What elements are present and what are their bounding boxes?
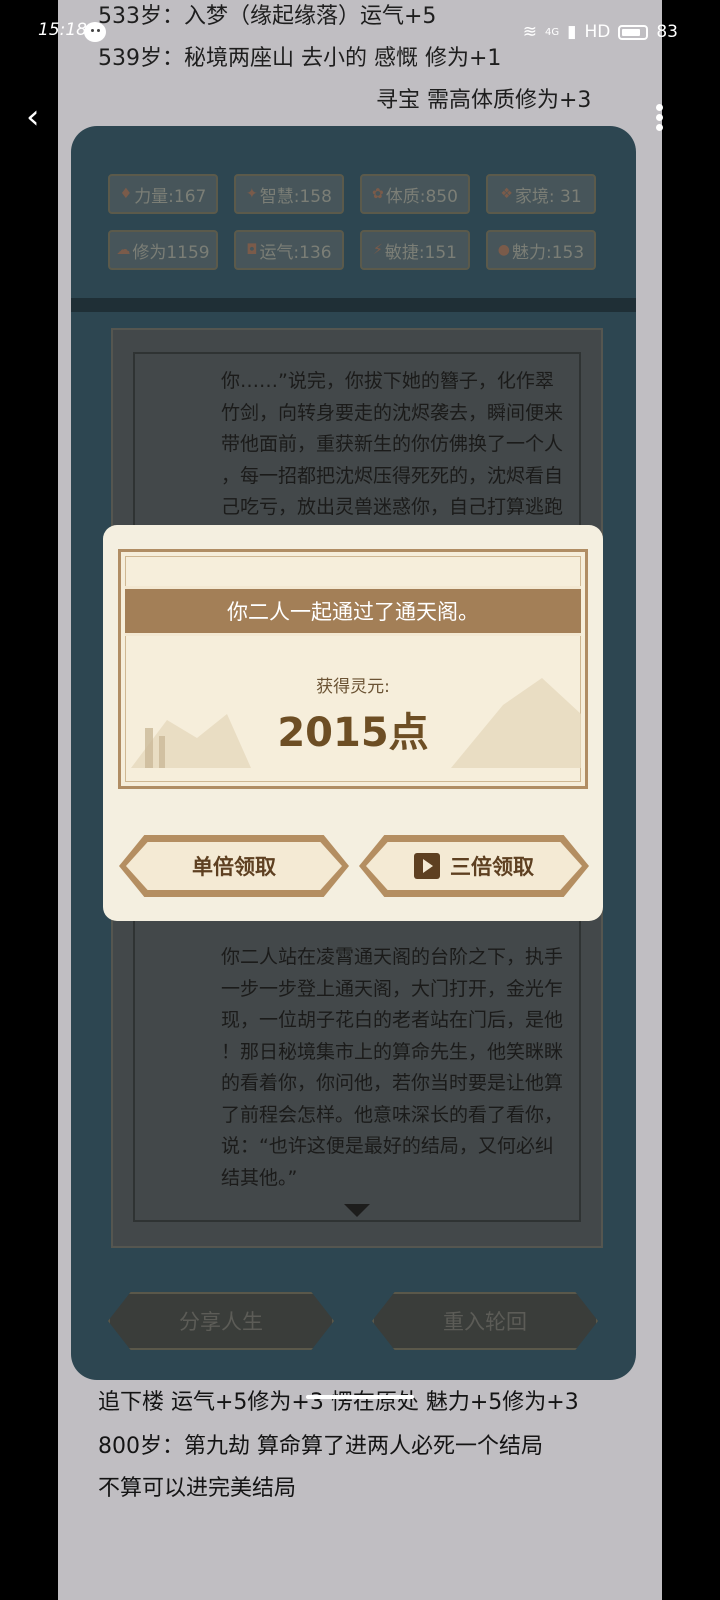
- rebirth-button[interactable]: 重入轮回: [372, 1292, 598, 1350]
- note-line: 800岁：第九劫 算命算了进两人必死一个结局: [98, 1434, 543, 1459]
- back-icon[interactable]: ‹: [26, 100, 56, 134]
- stat-label: 魅力:153: [512, 242, 585, 263]
- status-time: 15:18: [38, 20, 87, 40]
- stat-wisdom: ✦ 智慧:158: [234, 174, 344, 214]
- home-indicator[interactable]: [306, 1395, 414, 1399]
- triple-claim-label: 三倍领取: [450, 855, 534, 879]
- stat-family: ❖ 家境: 31: [486, 174, 596, 214]
- stat-label: 修为1159: [132, 242, 210, 263]
- agility-icon: ⚡: [372, 242, 383, 258]
- single-claim-button[interactable]: 单倍领取: [119, 835, 349, 897]
- charm-icon: ●: [497, 242, 511, 258]
- note-line: 539岁：秘境两座山 去小的 感慨 修为+1: [98, 46, 502, 71]
- reward-frame: 你二人一起通过了通天阁。 获得灵元: 2015点: [118, 549, 588, 789]
- story-line: 现，一位胡子花白的老者站在门后，是他: [221, 1009, 564, 1031]
- reward-dialog: 你二人一起通过了通天阁。 获得灵元: 2015点 单倍领取 三倍领取: [103, 525, 603, 921]
- story-line: 己吃亏，放出灵兽迷惑你，自己打算逃跑: [221, 496, 564, 518]
- stat-label: 家境: 31: [514, 186, 582, 207]
- single-claim-label: 单倍领取: [192, 855, 276, 879]
- note-line: 追下楼 运气+5修为+3 愣在原处 魅力+5修为+3: [98, 1390, 579, 1415]
- stat-constitution: ✿ 体质:850: [360, 174, 470, 214]
- stat-strength: ♦ 力量:167: [108, 174, 218, 214]
- story-line: 竹剑，向转身要走的沈烬袭去，瞬间便来: [221, 401, 564, 424]
- battery-icon: [618, 24, 649, 40]
- hd-label: HD: [584, 22, 611, 42]
- reward-value: 2015点: [277, 710, 429, 756]
- story-line: ，每一招都把沈烬压得死死的，沈烬看自: [221, 464, 564, 487]
- cultivation-icon: ☁: [116, 242, 131, 258]
- reward-label: 获得灵元:: [316, 677, 390, 697]
- story-line: 你……”说完，你拔下她的簪子，化作翠: [221, 370, 554, 392]
- dialog-title: 你二人一起通过了通天阁。: [125, 586, 581, 636]
- story-line: 带他面前，重获新生的你仿佛换了一个人: [221, 433, 564, 455]
- single-claim-inner[interactable]: 单倍领取: [126, 842, 342, 890]
- stat-agility: ⚡ 敏捷:151: [360, 230, 470, 270]
- stat-label: 体质:850: [385, 186, 458, 207]
- story-line: 说：“也许这便是最好的结局，又何必纠: [221, 1135, 554, 1157]
- status-right: ≋ 4G ▮ HD 83: [523, 22, 678, 42]
- stat-luck: ◘ 运气:136: [234, 230, 344, 270]
- story-line: 了前程会怎样。他意味深长的看了看你，: [221, 1103, 564, 1126]
- story-text-bottom: 你二人站在凌霄通天阁的台阶之下，执手 一步一步登上通天阁，大门打开，金光乍 现，…: [221, 942, 571, 1194]
- wifi-icon: ≋: [522, 22, 537, 42]
- share-life-button[interactable]: 分享人生: [108, 1292, 334, 1350]
- triple-claim-button[interactable]: 三倍领取: [359, 835, 589, 897]
- stat-label: 运气:136: [259, 242, 332, 263]
- battery-level: 83: [656, 22, 678, 42]
- video-play-icon: [414, 853, 440, 879]
- stat-cultivation: ☁ 修为1159: [108, 230, 218, 270]
- note-line: 寻宝 需高体质修为+3: [376, 88, 592, 113]
- network-label: 4G: [545, 26, 560, 38]
- story-line: 的看着你，你问他，若你当时要是让他算: [221, 1072, 564, 1094]
- scroll-down-icon[interactable]: [344, 1204, 370, 1217]
- signal-icon: ▮: [567, 22, 577, 42]
- divider-band: [71, 298, 636, 312]
- story-line: 一步一步登上通天阁，大门打开，金光乍: [221, 977, 564, 1000]
- story-line: 你二人站在凌霄通天阁的台阶之下，执手: [221, 946, 564, 968]
- wisdom-icon: ✦: [246, 186, 258, 202]
- luck-icon: ◘: [246, 242, 258, 258]
- stat-label: 敏捷:151: [384, 242, 458, 263]
- more-icon[interactable]: [656, 104, 664, 131]
- stat-label: 力量:167: [134, 186, 207, 207]
- strength-icon: ♦: [119, 186, 133, 202]
- story-text-top: 你……”说完，你拔下她的簪子，化作翠 竹剑，向转身要走的沈烬袭去，瞬间便来 带他…: [221, 366, 571, 524]
- family-icon: ❖: [500, 186, 513, 202]
- story-line: 结其他。”: [221, 1166, 298, 1189]
- stat-label: 智慧:158: [259, 186, 332, 207]
- triple-claim-inner[interactable]: 三倍领取: [366, 842, 582, 890]
- constitution-icon: ✿: [372, 186, 384, 202]
- story-line: ！那日秘境集市上的算命先生，他笑眯眯: [221, 1040, 564, 1063]
- stat-charm: ● 魅力:153: [486, 230, 596, 270]
- note-line: 533岁：入梦（缘起缘落）运气+5: [98, 4, 437, 29]
- note-line: 不算可以进完美结局: [98, 1476, 297, 1501]
